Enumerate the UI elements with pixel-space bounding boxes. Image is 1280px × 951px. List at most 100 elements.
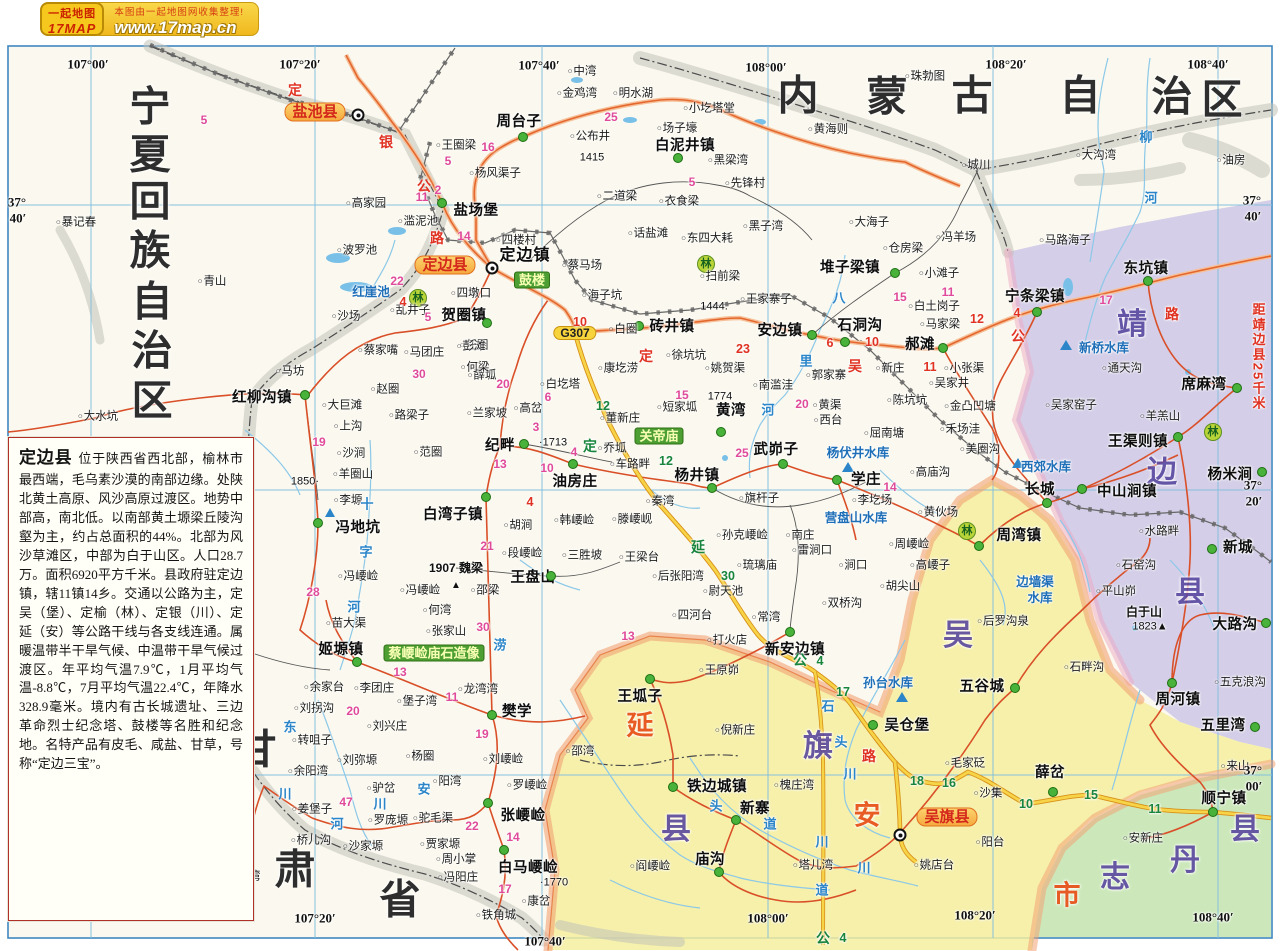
map-label: 沙场 [332, 311, 361, 323]
map-label: 黄湾 [716, 404, 746, 419]
map-label: 董新庄 [600, 413, 640, 425]
map-label: 东 [283, 721, 296, 734]
map-label: 头 [834, 736, 847, 749]
map-label: 公 [793, 653, 807, 667]
map-label: 中湾 [568, 66, 597, 78]
map-label: 路 [430, 231, 444, 245]
map-label: 头 [709, 800, 722, 813]
map-label: 兰家坡 [467, 408, 507, 420]
map-label: 刘弥塬 [337, 755, 377, 767]
logo-bar: 本图由一起地图网收集整理! www.17map.cn [98, 2, 259, 36]
map-label: 108°00′ [747, 912, 788, 925]
map-label: 16 [481, 141, 494, 153]
map-label: 鼓楼 [514, 272, 550, 289]
map-label: 12 [659, 455, 673, 468]
map-label: 4 [571, 446, 578, 458]
map-label: 康岔 [522, 896, 551, 908]
map-label: 林 [958, 522, 976, 540]
map-label: 定边镇 [499, 248, 550, 264]
site-logo[interactable]: 一起地图 17MAP 本图由一起地图网收集整理! www.17map.cn [40, 2, 259, 36]
settlement-marker [645, 674, 655, 684]
map-label: 胡涧 [504, 520, 533, 532]
map-label: 吴家井 [929, 378, 969, 390]
map-label: 新庄 [876, 363, 905, 375]
map-label: 美圈沟 [960, 444, 1000, 456]
map-label: 常湾 [752, 612, 781, 624]
map-label: 定 [583, 439, 597, 453]
map-label: 余阳湾 [288, 766, 328, 778]
settlement-marker [890, 268, 900, 278]
map-label: 八 [832, 292, 845, 305]
map-label: 县 [1230, 815, 1260, 845]
map-label: 5 [425, 311, 432, 323]
map-label: 公 [816, 931, 830, 945]
map-label: 平山峁 [1096, 586, 1136, 598]
map-label: 30 [412, 368, 425, 380]
map-label: 驴岔 [367, 783, 396, 795]
map-label: 族 [130, 231, 171, 272]
map-label: 四河台 [672, 610, 712, 622]
map-label: 河 [1144, 192, 1157, 205]
map-label: 10 [1019, 798, 1033, 811]
map-label: 王渠则镇 [1108, 435, 1168, 450]
map-label: 石畔沟 [1064, 662, 1104, 674]
map-label: 安 [854, 803, 881, 830]
map-label: 石 [821, 700, 834, 713]
map-label: 10 [540, 462, 553, 474]
map-label: 阎崾崄 [630, 861, 670, 873]
map-label: 海子坑 [582, 290, 622, 302]
map-label: 县 [661, 815, 691, 845]
map-label: 108°20′ [954, 909, 995, 922]
logo-url[interactable]: www.17map.cn [114, 18, 244, 38]
map-label: 县 [1175, 578, 1205, 608]
map-label: 暴记春 [56, 217, 96, 229]
settlement-marker [352, 109, 365, 122]
settlement-marker [668, 782, 678, 792]
map-label: 冯地坑 [336, 521, 381, 536]
map-label: 高家园 [346, 198, 386, 210]
map-label: 盐池县 [284, 103, 345, 122]
map-label: 姚店台 [914, 860, 954, 872]
map-label: 马团庄 [404, 347, 444, 359]
map-label: 明水湖 [613, 88, 653, 100]
map-label: 蔡崾崄庙石造像 [383, 645, 484, 662]
map-label: 杨圈 [406, 751, 435, 763]
map-label: 苗大渠 [326, 618, 366, 630]
settlement-marker [894, 829, 907, 842]
map-label: 14 [457, 230, 470, 242]
info-title: 定边县 [19, 448, 72, 467]
map-label: 滕崾岘 [612, 514, 652, 526]
map-label: 川 [278, 788, 291, 801]
map-label: 西台 [814, 415, 843, 427]
map-label: 108°40′ [1192, 911, 1233, 924]
map-label: 红崖池 [352, 286, 390, 299]
map-label: 石洞沟 [838, 319, 883, 334]
map-label: 黑子湾 [743, 221, 783, 233]
map-label: 古 [952, 76, 993, 117]
map-label: 水库 [1027, 592, 1052, 605]
settlement-marker [437, 198, 447, 208]
map-label: 1415 [580, 153, 604, 164]
map-label: 00′ [1246, 780, 1263, 793]
map-label: 冯阳庄 [438, 872, 478, 884]
map-label: 通天沟 [1102, 363, 1142, 375]
map-label: 吴旗县 [916, 808, 977, 827]
map-label: 47 [339, 796, 352, 808]
map-label: 路梁子 [389, 410, 429, 422]
map-label: 11 [923, 361, 936, 374]
settlement-marker [481, 492, 491, 502]
settlement-marker [1173, 432, 1183, 442]
logo-brand: 一起地图 [48, 5, 96, 21]
map-label: 姚贺渠 [705, 363, 745, 375]
map-label: 小滩子 [919, 268, 959, 280]
map-label: 4 [400, 296, 407, 309]
map-label: 路 [862, 749, 876, 763]
map-label: 滥泥池 [398, 216, 438, 228]
map-label: 扫前梁 [700, 271, 740, 283]
settlement-marker [482, 318, 492, 328]
settlement-marker [832, 475, 842, 485]
map-label: 杨井镇 [675, 469, 720, 484]
map-label: 先锋村 [725, 178, 765, 190]
map-label: 11 [446, 691, 459, 703]
map-label: 短家坬 [657, 402, 697, 414]
